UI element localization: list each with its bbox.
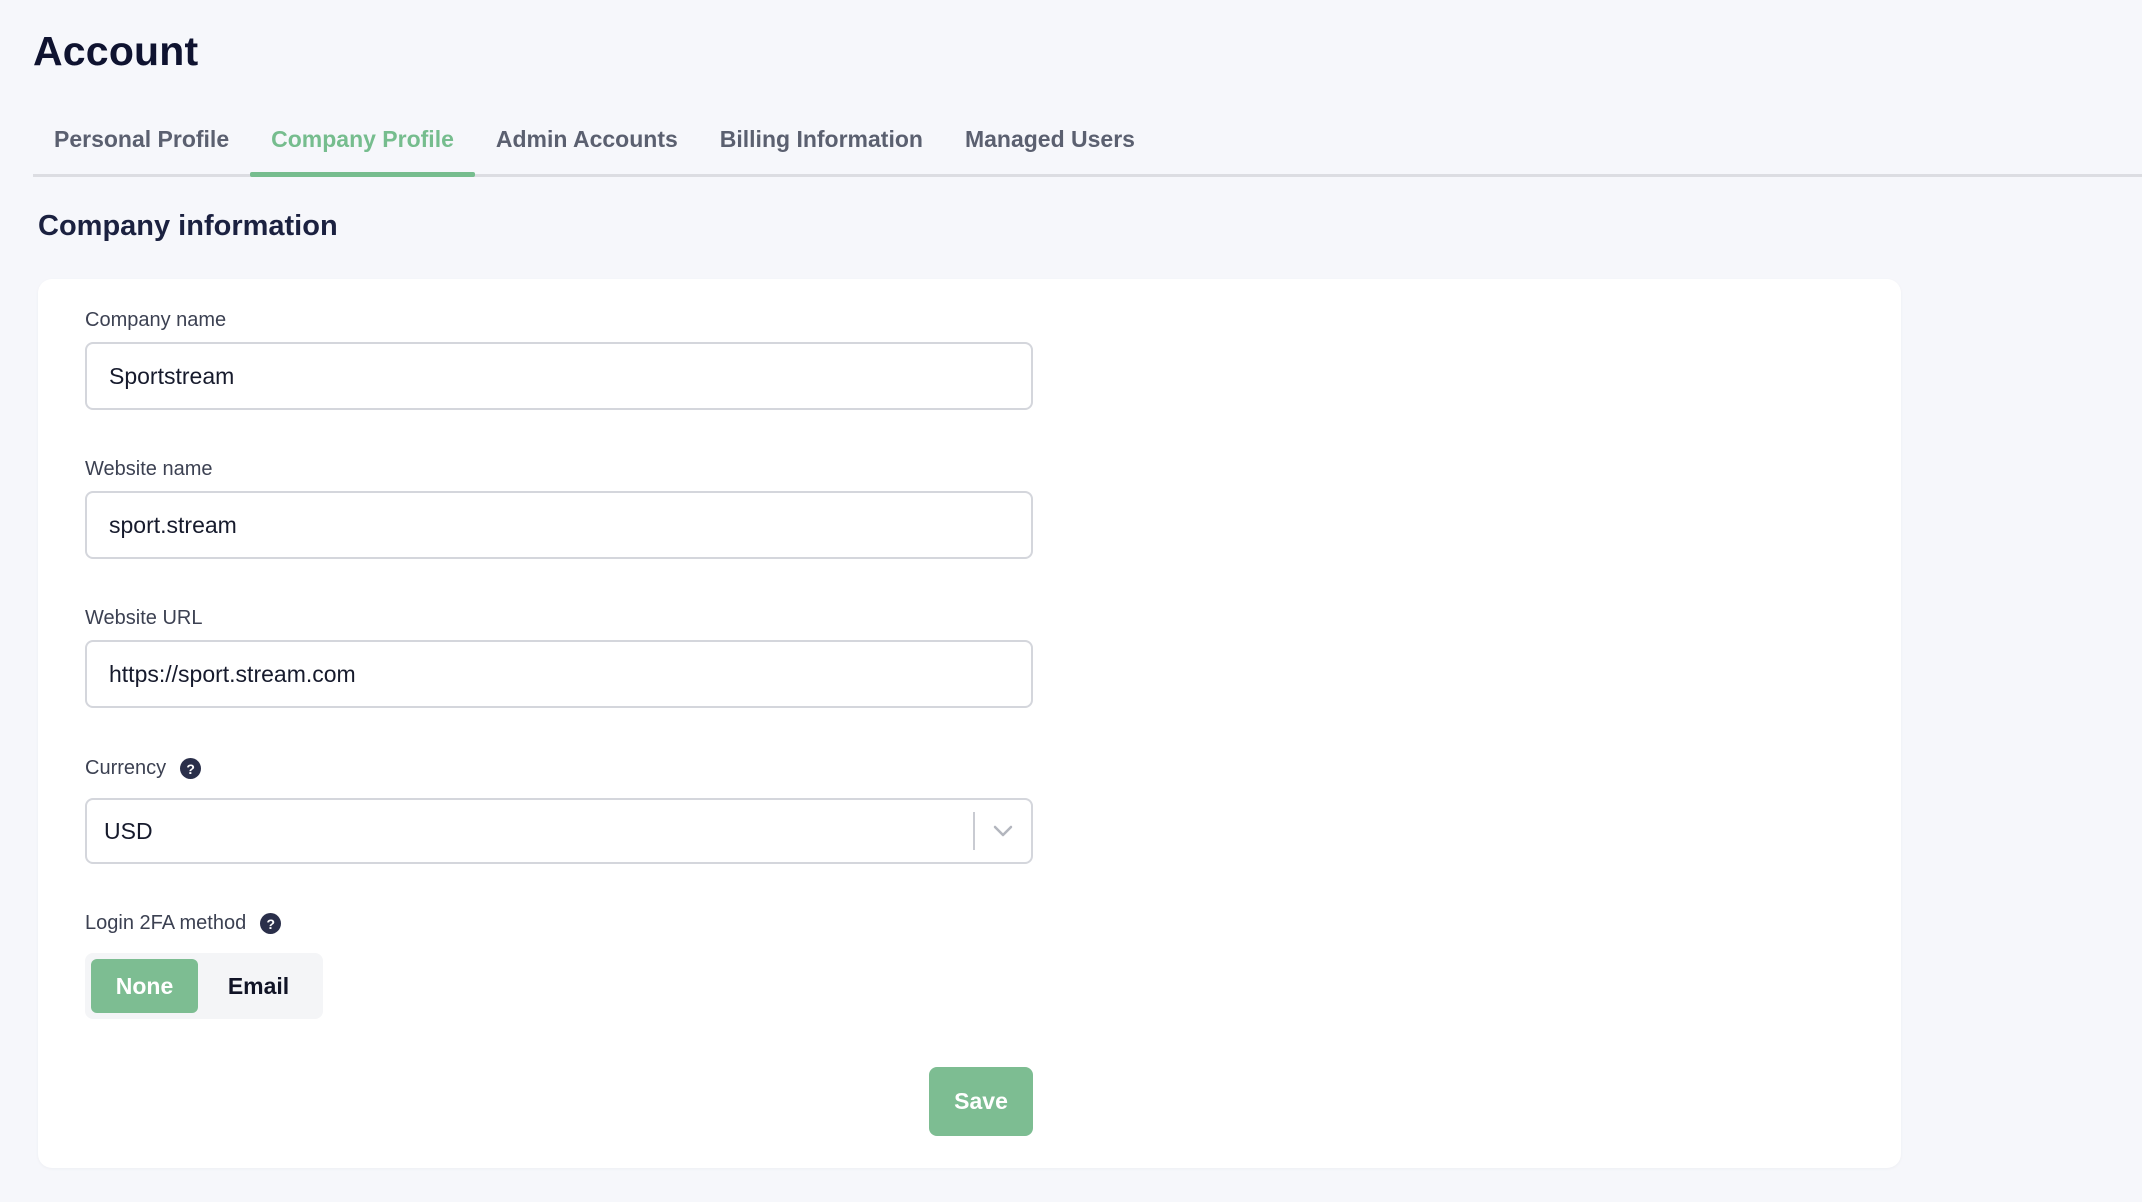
twofa-label-text: Login 2FA method <box>85 912 247 934</box>
website-url-label-text: Website URL <box>85 607 203 629</box>
chevron-down-icon[interactable] <box>975 800 1031 862</box>
currency-label-text: Currency <box>85 757 167 779</box>
tab-personal-profile[interactable]: Personal Profile <box>33 108 250 174</box>
twofa-label: Login 2FA method ? <box>85 912 282 935</box>
twofa-help-icon[interactable]: ? <box>260 913 282 934</box>
currency-help-icon[interactable]: ? <box>180 758 202 779</box>
page-title: Account <box>33 28 199 74</box>
website-url-input[interactable] <box>85 640 1033 708</box>
twofa-option-email[interactable]: Email <box>202 959 315 1013</box>
website-name-label: Website name <box>85 458 212 481</box>
tab-company-profile[interactable]: Company Profile <box>250 108 475 177</box>
website-name-label-text: Website name <box>85 458 213 480</box>
currency-select-value: USD <box>104 817 153 844</box>
save-button[interactable]: Save <box>929 1067 1033 1136</box>
website-name-input[interactable] <box>85 491 1033 559</box>
tab-managed-users[interactable]: Managed Users <box>944 108 1156 174</box>
twofa-option-none[interactable]: None <box>91 959 198 1013</box>
company-info-card: Company name Website name Website URL Cu… <box>38 279 1901 1168</box>
section-title: Company information <box>38 210 338 242</box>
account-tabs: Personal Profile Company Profile Admin A… <box>33 108 2142 177</box>
website-url-label: Website URL <box>85 607 202 630</box>
company-name-label-text: Company name <box>85 309 227 331</box>
company-name-label: Company name <box>85 309 226 332</box>
company-name-input[interactable] <box>85 342 1033 410</box>
tab-admin-accounts[interactable]: Admin Accounts <box>475 108 699 174</box>
currency-label: Currency ? <box>85 757 202 780</box>
twofa-toggle-group: None Email <box>85 953 323 1019</box>
currency-select[interactable]: USD <box>85 798 1033 864</box>
tab-billing-information[interactable]: Billing Information <box>699 108 944 174</box>
